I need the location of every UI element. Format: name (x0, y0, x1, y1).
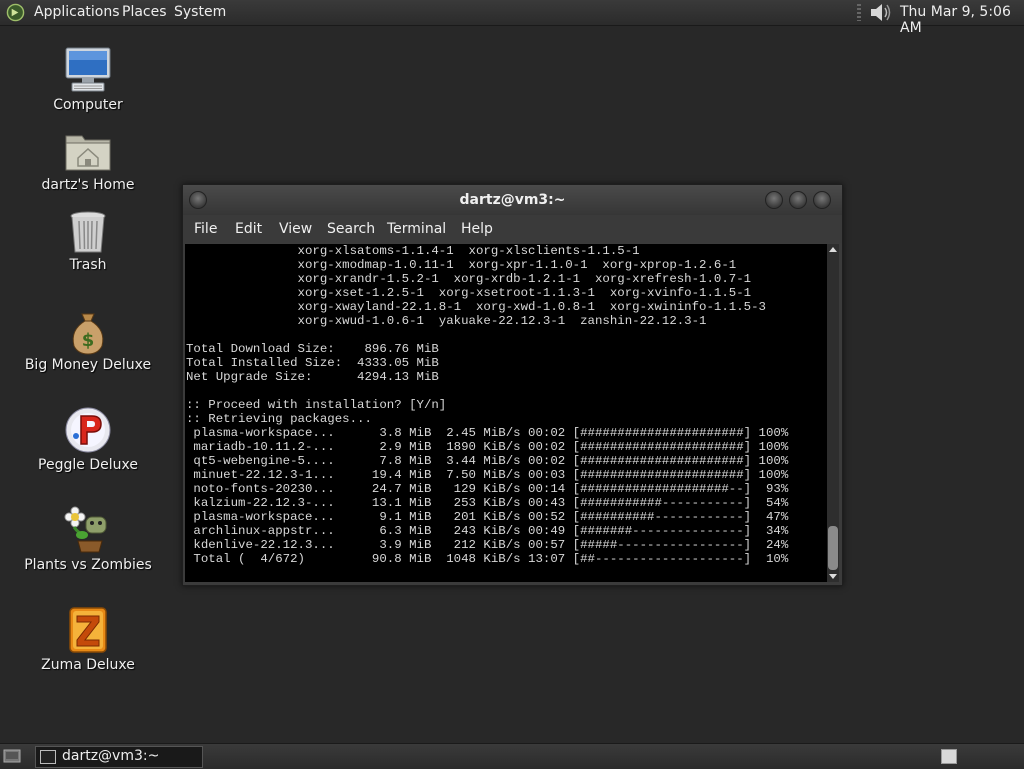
menu-file[interactable]: File (194, 221, 217, 237)
terminal-line: archlinux-appstr... 6.3 MiB 243 KiB/s 00… (186, 524, 789, 538)
desktop-icon-big-money[interactable]: $ Big Money Deluxe (18, 308, 158, 378)
desktop-icon-trash[interactable]: Trash (18, 208, 158, 278)
menu-search[interactable]: Search (327, 221, 375, 237)
terminal-line: xorg-xlsatoms-1.1.4-1 xorg-xlsclients-1.… (186, 244, 640, 258)
desktop-icon-label: dartz's Home (41, 177, 135, 193)
computer-icon (65, 47, 111, 92)
terminal-line: Total Installed Size: 4333.05 MiB (186, 356, 439, 370)
terminal-line: :: Proceed with installation? [Y/n] (186, 398, 447, 412)
terminal-scrollbar[interactable] (827, 244, 839, 582)
home-folder-icon (65, 135, 111, 171)
terminal-line: kalzium-22.12.3-... 13.1 MiB 253 KiB/s 0… (186, 496, 789, 510)
terminal-line: noto-fonts-20230... 24.7 MiB 129 KiB/s 0… (186, 482, 789, 496)
terminal-line: xorg-xrandr-1.5.2-1 xorg-xrdb-1.2.1-1 xo… (186, 272, 752, 286)
terminal-line: plasma-workspace... 9.1 MiB 201 KiB/s 00… (186, 510, 789, 524)
desktop-icon-peggle[interactable]: Peggle Deluxe (18, 406, 158, 476)
desktop-icon-label: Plants vs Zombies (24, 557, 152, 573)
workspace-switcher[interactable] (941, 749, 957, 764)
terminal-line: Net Upgrade Size: 4294.13 MiB (186, 370, 439, 384)
terminal-icon (40, 750, 56, 764)
desktop-icon-label: Computer (53, 97, 123, 113)
money-bag-icon: $ (72, 313, 104, 355)
terminal-line: xorg-xwayland-22.1.8-1 xorg-xwd-1.0.8-1 … (186, 300, 766, 314)
places-menu[interactable]: Places (122, 4, 167, 20)
taskbar-terminal-label: dartz@vm3:~ (62, 748, 160, 764)
desktop-icon-label: Zuma Deluxe (41, 657, 135, 673)
applications-menu[interactable]: Applications (34, 4, 120, 20)
peggle-icon (65, 407, 111, 453)
terminal-text: xorg-xlsatoms-1.1.4-1 xorg-xlsclients-1.… (186, 244, 788, 566)
show-desktop-icon[interactable] (3, 748, 21, 764)
menu-edit[interactable]: Edit (235, 221, 262, 237)
terminal-output[interactable]: xorg-xlsatoms-1.1.4-1 xorg-xlsclients-1.… (185, 244, 827, 582)
terminal-line: xorg-xmodmap-1.0.11-1 xorg-xpr-1.1.0-1 x… (186, 258, 737, 272)
terminal-window[interactable]: dartz@vm3:~ File Edit View Search Termin… (182, 184, 843, 586)
scroll-down-arrow-icon[interactable] (829, 574, 837, 579)
desktop-icon-label: Big Money Deluxe (24, 357, 152, 373)
desktop-icon-label: Peggle Deluxe (38, 457, 138, 473)
volume-icon[interactable] (868, 2, 892, 23)
terminal-line: kdenlive-22.12.3... 3.9 MiB 212 KiB/s 00… (186, 538, 789, 552)
desktop-icon-zuma[interactable]: Zuma Deluxe (18, 606, 158, 676)
panel-separator (857, 4, 861, 21)
window-titlebar[interactable]: dartz@vm3:~ (183, 185, 842, 215)
desktop-icon-computer[interactable]: Computer (18, 46, 158, 116)
desktop-icon-plants-vs-zombies[interactable]: Plants vs Zombies (18, 505, 158, 575)
desktop-icon-home[interactable]: dartz's Home (18, 128, 158, 198)
terminal-line: xorg-xset-1.2.5-1 xorg-xsetroot-1.1.3-1 … (186, 286, 752, 300)
system-menu[interactable]: System (174, 4, 226, 20)
svg-text:$: $ (82, 330, 95, 351)
menu-terminal[interactable]: Terminal (387, 221, 446, 237)
terminal-line: mariadb-10.11.2-... 2.9 MiB 1890 KiB/s 0… (186, 440, 789, 454)
menu-view[interactable]: View (279, 221, 312, 237)
close-button[interactable] (813, 191, 831, 209)
top-panel: Applications Places System Thu Mar 9, 5:… (0, 0, 1024, 36)
terminal-line: minuet-22.12.3-1... 19.4 MiB 7.50 MiB/s … (186, 468, 789, 482)
terminal-line: plasma-workspace... 3.8 MiB 2.45 MiB/s 0… (186, 426, 789, 440)
scrollbar-thumb[interactable] (828, 526, 838, 570)
clock[interactable]: Thu Mar 9, 5:06 AM (900, 4, 1024, 36)
maximize-button[interactable] (789, 191, 807, 209)
plants-vs-zombies-icon (64, 506, 107, 553)
bottom-panel: dartz@vm3:~ (0, 743, 1024, 769)
scroll-up-arrow-icon[interactable] (829, 247, 837, 252)
trash-icon (70, 211, 106, 253)
terminal-line: :: Retrieving packages... (186, 412, 372, 426)
terminal-line: Total ( 4/672) 90.8 MiB 1048 KiB/s 13:07… (186, 552, 789, 566)
terminal-line: qt5-webengine-5.... 7.8 MiB 3.44 MiB/s 0… (186, 454, 789, 468)
terminal-menubar: File Edit View Search Terminal Help (183, 215, 842, 243)
minimize-button[interactable] (765, 191, 783, 209)
zuma-icon (69, 607, 107, 653)
desktop-icon-label: Trash (69, 257, 107, 273)
terminal-line: Total Download Size: 896.76 MiB (186, 342, 439, 356)
window-title: dartz@vm3:~ (459, 192, 566, 208)
taskbar-terminal-button[interactable]: dartz@vm3:~ (35, 746, 203, 768)
terminal-line: xorg-xwud-1.0.6-1 yakuake-22.12.3-1 zans… (186, 314, 707, 328)
applications-logo-icon[interactable] (6, 3, 25, 22)
menu-help[interactable]: Help (461, 221, 493, 237)
